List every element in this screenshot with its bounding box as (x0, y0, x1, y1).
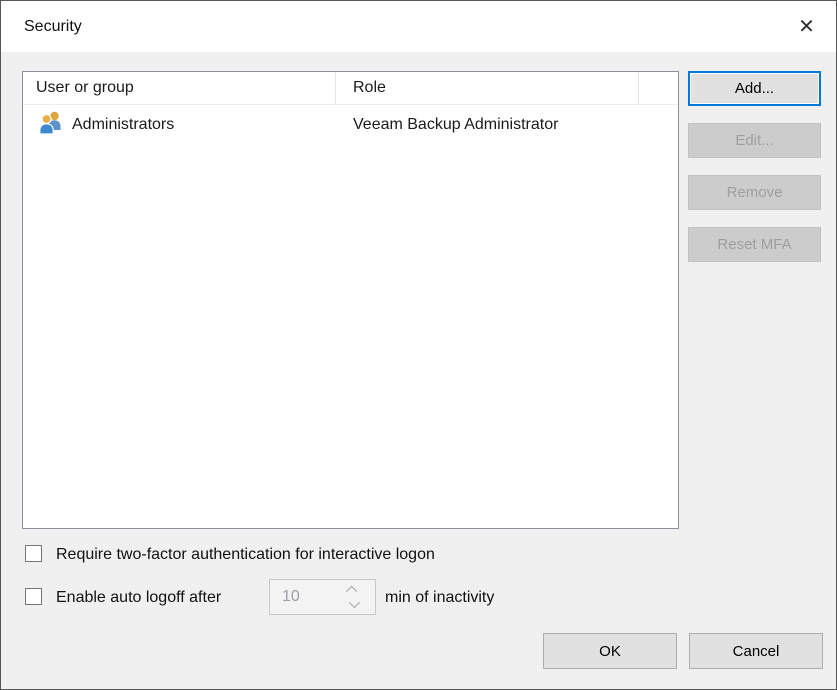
auto-logoff-spinner[interactable]: 10 (269, 579, 376, 615)
add-button[interactable]: Add... (688, 71, 821, 106)
auto-logoff-label-after: min of inactivity (385, 589, 494, 607)
role-cell: Veeam Backup Administrator (336, 116, 639, 134)
auto-logoff-label-before[interactable]: Enable auto logoff after (56, 589, 221, 607)
spinner-arrows (343, 580, 363, 614)
auto-logoff-value[interactable]: 10 (282, 580, 300, 614)
user-role-list[interactable]: User or group Role Administrators Veeam … (22, 71, 679, 529)
reset-mfa-button[interactable]: Reset MFA (688, 227, 821, 262)
spinner-down-icon[interactable] (349, 597, 360, 608)
security-dialog: Security ✕ User or group Role Administra (0, 0, 837, 690)
close-button[interactable]: ✕ (788, 8, 825, 45)
column-header-user-or-group[interactable]: User or group (23, 72, 336, 104)
user-cell: Administrators (23, 110, 336, 139)
column-header-role[interactable]: Role (336, 72, 639, 104)
two-factor-checkbox[interactable] (25, 545, 42, 562)
user-name: Administrators (72, 116, 174, 134)
dialog-title: Security (24, 1, 82, 52)
ok-button[interactable]: OK (543, 633, 677, 669)
table-row[interactable]: Administrators Veeam Backup Administrato… (23, 106, 678, 143)
remove-button[interactable]: Remove (688, 175, 821, 210)
title-bar: Security ✕ (1, 1, 836, 52)
close-icon: ✕ (798, 14, 815, 39)
group-users-icon (39, 110, 62, 139)
two-factor-label[interactable]: Require two-factor authentication for in… (56, 546, 435, 564)
list-header: User or group Role (23, 72, 678, 105)
cancel-button[interactable]: Cancel (689, 633, 823, 669)
spinner-up-icon[interactable] (346, 586, 357, 597)
auto-logoff-checkbox[interactable] (25, 588, 42, 605)
edit-button[interactable]: Edit... (688, 123, 821, 158)
